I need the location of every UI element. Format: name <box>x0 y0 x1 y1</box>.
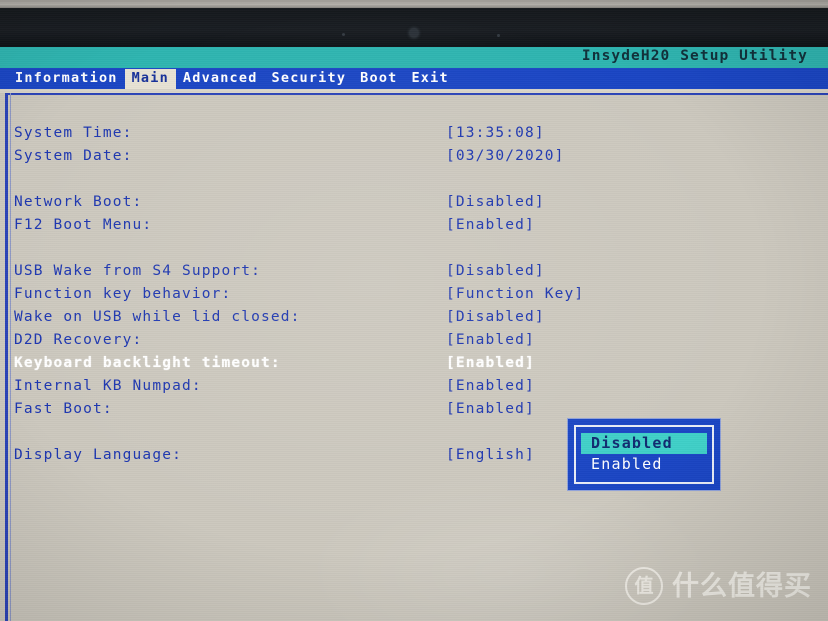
settings-spacer <box>14 168 714 191</box>
bezel-sensor-dot <box>342 33 345 36</box>
setting-label: Display Language: <box>14 447 182 463</box>
setting-label: Function key behavior: <box>14 286 232 302</box>
app-title: InsydeH20 Setup Utility <box>581 48 808 64</box>
title-band: InsydeH20 Setup Utility <box>0 47 828 68</box>
settings-row[interactable]: Wake on USB while lid closed: [Disabled] <box>14 306 714 329</box>
setting-label: Network Boot: <box>14 194 143 210</box>
content-left-border <box>5 93 8 621</box>
settings-row[interactable]: System Time: [13:35:08] <box>14 122 714 145</box>
settings-row[interactable]: Internal KB Numpad: [Enabled] <box>14 375 714 398</box>
settings-row[interactable]: D2D Recovery: [Enabled] <box>14 329 714 352</box>
setting-value[interactable]: [Disabled] <box>446 260 545 283</box>
menu-item-advanced[interactable]: Advanced <box>176 69 265 89</box>
settings-list: System Time: [13:35:08] System Date: [03/30… <box>14 122 714 467</box>
settings-spacer <box>14 237 714 260</box>
settings-row[interactable]: F12 Boot Menu: [Enabled] <box>14 214 714 237</box>
laptop-bezel <box>0 8 828 48</box>
setting-value[interactable]: [03/30/2020] <box>446 145 565 168</box>
setting-label: System Time: <box>14 125 133 141</box>
content-left-border-inner <box>10 93 11 621</box>
menu-item-boot[interactable]: Boot <box>353 69 404 89</box>
setting-label: System Date: <box>14 148 133 164</box>
setting-value[interactable]: [English] <box>446 444 535 467</box>
menu-item-exit[interactable]: Exit <box>404 69 455 89</box>
settings-row[interactable]: Function key behavior: [Function Key] <box>14 283 714 306</box>
setting-value[interactable]: [Disabled] <box>446 306 545 329</box>
setting-value[interactable]: [Enabled] <box>446 352 535 375</box>
menu-item-main[interactable]: Main <box>124 68 176 89</box>
dropdown-inner-frame: Disabled Enabled <box>574 425 714 484</box>
dropdown-option-enabled[interactable]: Enabled <box>581 454 707 475</box>
content-top-border <box>5 93 828 95</box>
settings-row[interactable]: Fast Boot: [Enabled] <box>14 398 714 421</box>
menu-bar[interactable]: Information Main Advanced Security Boot Exit <box>0 68 828 89</box>
settings-row[interactable]: System Date: [03/30/2020] <box>14 145 714 168</box>
setting-label: USB Wake from S4 Support: <box>14 263 261 279</box>
settings-row[interactable]: USB Wake from S4 Support: [Disabled] <box>14 260 714 283</box>
menu-item-information[interactable]: Information <box>8 69 125 89</box>
setting-label: D2D Recovery: <box>14 332 143 348</box>
setting-value[interactable]: [13:35:08] <box>446 122 545 145</box>
setting-value[interactable]: [Enabled] <box>446 398 535 421</box>
setting-value[interactable]: [Function Key] <box>446 283 584 306</box>
setting-value[interactable]: [Disabled] <box>446 191 545 214</box>
menu-item-security[interactable]: Security <box>265 69 354 89</box>
webcam-icon <box>410 29 418 37</box>
settings-row[interactable]: Keyboard backlight timeout: [Enabled] <box>14 352 714 375</box>
setting-label: F12 Boot Menu: <box>14 217 153 233</box>
setting-value[interactable]: [Enabled] <box>446 375 535 398</box>
setting-value[interactable]: [Enabled] <box>446 214 535 237</box>
settings-row[interactable]: Network Boot: [Disabled] <box>14 191 714 214</box>
bios-screen: InsydeH20 Setup Utility Information Main A… <box>0 47 828 621</box>
value-dropdown-popup[interactable]: Disabled Enabled <box>568 419 720 490</box>
setting-value[interactable]: [Enabled] <box>446 329 535 352</box>
screen-glare <box>300 467 720 621</box>
setting-label: Internal KB Numpad: <box>14 378 202 394</box>
setting-label: Keyboard backlight timeout: <box>14 355 281 371</box>
bezel-mic-dot <box>497 34 500 37</box>
setting-label: Fast Boot: <box>14 401 113 417</box>
laptop-screen-photo: InsydeH20 Setup Utility Information Main A… <box>0 0 828 621</box>
dropdown-option-disabled[interactable]: Disabled <box>581 433 707 454</box>
watermark: 值 什么值得买 <box>625 567 812 605</box>
setting-label: Wake on USB while lid closed: <box>14 309 301 325</box>
watermark-badge-icon: 值 <box>625 567 663 605</box>
watermark-text: 什么值得买 <box>672 570 812 602</box>
